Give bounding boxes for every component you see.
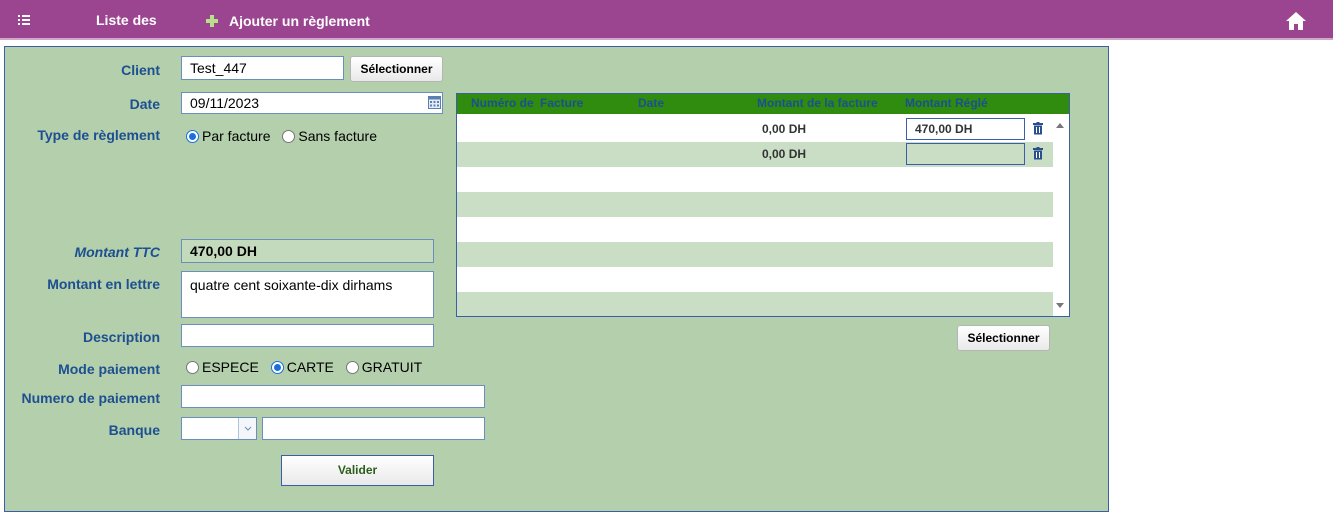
banque-name-input[interactable] <box>262 417 485 440</box>
nav-add-label: Ajouter un règlement <box>229 13 370 29</box>
trash-icon[interactable] <box>1033 147 1043 160</box>
radio-carte[interactable] <box>270 361 284 374</box>
client-label: Client <box>121 62 160 78</box>
numero-paiement-label: Numero de paiement <box>21 390 160 406</box>
select-client-button[interactable]: Sélectionner <box>350 56 443 82</box>
mode-paiement-label: Mode paiement <box>58 361 160 377</box>
invoice-table: Numéro de Facture Date Montant de la fac… <box>456 93 1070 317</box>
col-numero: Numéro de <box>471 96 534 110</box>
montant-regle-input[interactable]: 470,00 DH <box>906 118 1025 140</box>
col-date: Date <box>638 96 665 110</box>
type-reglement-label: Type de règlement <box>37 127 160 143</box>
list-menu-icon[interactable] <box>18 14 32 26</box>
table-row-empty <box>457 267 1053 292</box>
montant-lettre-label: Montant en lettre <box>47 276 160 292</box>
banque-dropdown-button[interactable] <box>238 418 256 439</box>
radio-par-facture[interactable] <box>186 130 199 143</box>
date-value: 09/11/2023 <box>190 95 260 111</box>
invoice-table-header: Numéro de Facture Date Montant de la fac… <box>457 94 1069 114</box>
nav-add-reglement-link[interactable]: Ajouter un règlement <box>205 13 370 29</box>
description-input[interactable] <box>181 324 434 347</box>
mode-paiement-group: ESPECE CARTE GRATUIT <box>186 359 430 375</box>
date-label: Date <box>129 96 160 112</box>
client-input[interactable]: Test_447 <box>181 56 344 80</box>
mode-option-espece[interactable]: ESPECE <box>186 359 259 375</box>
montant-regle-input[interactable] <box>906 143 1025 165</box>
montant-ttc-label: Montant TTC <box>74 244 160 260</box>
montant-facture-cell: 0,00 DH <box>762 122 807 136</box>
nav-list-label: Liste des <box>96 12 157 28</box>
table-row[interactable]: 0,00 DH <box>457 142 1053 167</box>
date-input[interactable]: 09/11/2023 <box>181 92 443 114</box>
montant-ttc-field: 470,00 DH <box>181 239 434 263</box>
table-row-empty <box>457 242 1053 267</box>
reglement-form: Client Date Type de règlement Montant TT… <box>4 46 1109 512</box>
radio-gratuit[interactable] <box>345 361 359 374</box>
type-option-sans-facture[interactable]: Sans facture <box>282 128 377 144</box>
description-label: Description <box>82 329 160 345</box>
home-icon[interactable] <box>1285 11 1307 31</box>
numero-paiement-input[interactable] <box>181 385 485 408</box>
table-row-empty <box>457 217 1053 242</box>
chevron-down-icon <box>244 426 252 431</box>
table-row-empty <box>457 167 1053 192</box>
table-row[interactable]: 0,00 DH 470,00 DH <box>457 117 1053 142</box>
trash-icon[interactable] <box>1033 122 1043 135</box>
nav-list-link[interactable]: Liste des <box>64 12 174 32</box>
table-row-empty <box>457 192 1053 217</box>
type-reglement-group: Par facture Sans facture <box>186 128 385 144</box>
radio-espece[interactable] <box>186 361 199 374</box>
mode-option-gratuit[interactable]: GRATUIT <box>345 359 422 375</box>
mode-option-carte[interactable]: CARTE <box>270 359 334 375</box>
table-row-empty <box>457 292 1053 316</box>
calendar-icon[interactable] <box>428 96 441 109</box>
plus-icon <box>205 14 219 28</box>
col-montant-facture: Montant de la facture <box>757 96 878 110</box>
col-montant-regle: Montant Réglé <box>905 96 988 110</box>
col-facture: Facture <box>540 96 584 110</box>
montant-lettre-textarea[interactable]: quatre cent soixante-dix dirhams <box>181 271 434 318</box>
type-option-par-facture[interactable]: Par facture <box>186 128 270 144</box>
top-bar: Liste des Ajouter un règlement <box>0 0 1333 40</box>
scroll-up-arrow-icon[interactable] <box>1055 121 1065 129</box>
montant-facture-cell: 0,00 DH <box>762 147 807 161</box>
banque-select[interactable] <box>181 417 257 440</box>
scroll-down-arrow-icon[interactable] <box>1055 302 1065 310</box>
radio-sans-facture[interactable] <box>282 130 296 143</box>
valider-button[interactable]: Valider <box>281 455 434 486</box>
select-invoices-button[interactable]: Sélectionner <box>957 325 1050 351</box>
banque-label: Banque <box>108 422 160 438</box>
